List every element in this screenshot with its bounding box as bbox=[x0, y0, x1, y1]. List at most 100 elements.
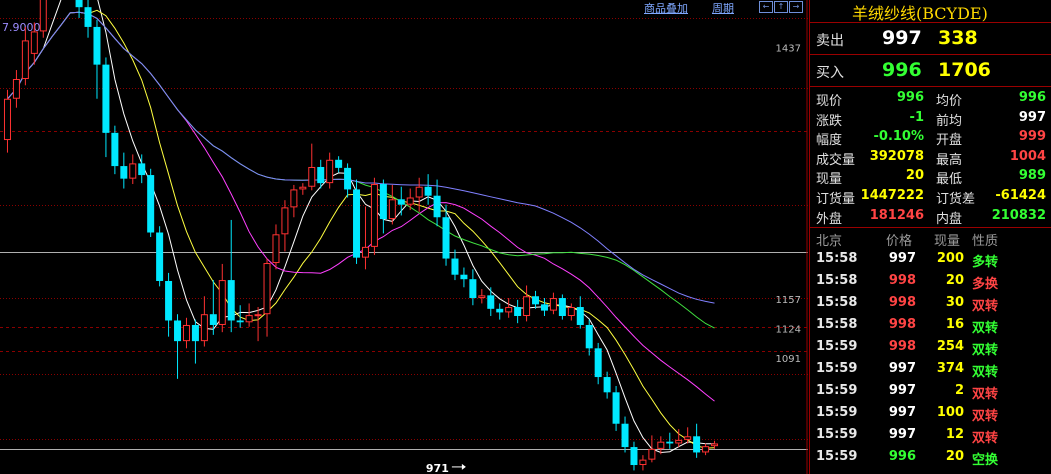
trade-nature: 双转 bbox=[972, 387, 999, 402]
nav-right-icon[interactable]: → bbox=[789, 1, 803, 13]
candle-down bbox=[147, 175, 155, 233]
quote-value: 20 bbox=[905, 168, 924, 184]
trade-row[interactable]: 15:59 998 254 双转 bbox=[810, 336, 1051, 358]
candle-down bbox=[227, 280, 235, 321]
trade-row[interactable]: 15:58 998 30 双转 bbox=[810, 292, 1051, 314]
trade-price: 997 bbox=[888, 251, 916, 266]
candle-up bbox=[254, 314, 262, 317]
candle-down bbox=[397, 199, 405, 205]
candle-up bbox=[361, 246, 369, 258]
candle-up bbox=[675, 439, 683, 444]
trade-row[interactable]: 15:59 997 100 双转 bbox=[810, 402, 1051, 424]
candle-up bbox=[549, 298, 557, 311]
candle-down bbox=[344, 167, 352, 190]
level-label: 1124 bbox=[776, 325, 801, 336]
quote-value: 997 bbox=[1018, 109, 1046, 125]
candle-up bbox=[567, 307, 575, 317]
bid-volume: 1706 bbox=[938, 59, 991, 81]
trade-price: 998 bbox=[888, 273, 916, 288]
trade-row[interactable]: 15:59 997 374 双转 bbox=[810, 358, 1051, 380]
trade-row[interactable]: 15:59 996 20 空换 bbox=[810, 446, 1051, 468]
candle-down bbox=[603, 377, 611, 393]
trade-nature: 双转 bbox=[972, 321, 999, 336]
candle-up bbox=[639, 459, 647, 466]
candle-down bbox=[84, 7, 92, 27]
overlay-button[interactable]: 商品叠加 bbox=[644, 0, 688, 16]
quote-value: -0.10% bbox=[873, 129, 925, 145]
quote-value: -61424 bbox=[995, 188, 1046, 203]
instrument-title: 羊绒纱线(BCYDE) bbox=[810, 0, 1051, 23]
trade-time: 15:59 bbox=[816, 405, 858, 420]
trade-time: 15:58 bbox=[816, 317, 858, 332]
candle-up bbox=[263, 263, 271, 315]
trade-time: 15:58 bbox=[816, 251, 858, 266]
candle-up bbox=[272, 234, 280, 264]
low-marker-arrowhead bbox=[461, 463, 466, 470]
candle-up bbox=[702, 446, 710, 453]
quote-row: 订货量 1447222 订货差 -61424 bbox=[810, 186, 1051, 207]
trade-nature: 双转 bbox=[972, 299, 999, 314]
quote-value: 181246 bbox=[869, 207, 924, 223]
candle-up bbox=[684, 436, 692, 440]
candle-down bbox=[621, 423, 629, 448]
trade-nature: 多转 bbox=[972, 255, 999, 270]
candle-up bbox=[415, 186, 423, 198]
quote-label: 最高 bbox=[936, 152, 963, 168]
ma-line-ma40 bbox=[7, 11, 715, 329]
period-button[interactable]: 周期 bbox=[712, 0, 734, 16]
quote-value: 210832 bbox=[991, 207, 1046, 223]
candle-down bbox=[666, 441, 674, 444]
candle-down bbox=[630, 447, 638, 466]
candle-down bbox=[138, 163, 146, 176]
trade-row[interactable]: 15:58 998 16 双转 bbox=[810, 314, 1051, 336]
candle-down bbox=[433, 195, 441, 218]
candle-up bbox=[657, 441, 665, 449]
low-marker-label: 971 bbox=[426, 462, 449, 474]
trade-time: 15:58 bbox=[816, 295, 858, 310]
quote-value: 996 bbox=[1018, 90, 1046, 105]
quote-label: 内盘 bbox=[936, 211, 963, 227]
trade-row[interactable]: 15:59 997 12 双转 bbox=[810, 424, 1051, 446]
nav-up-icon[interactable]: ↑ bbox=[774, 1, 788, 13]
trade-row[interactable]: 15:58 997 200 多转 bbox=[810, 248, 1051, 270]
quote-label: 幅度 bbox=[816, 133, 843, 149]
level-label: 1157 bbox=[776, 295, 801, 306]
candle-down bbox=[236, 320, 244, 323]
quote-label: 现量 bbox=[816, 172, 843, 188]
trade-nature: 多换 bbox=[972, 277, 999, 292]
candlestick-chart[interactable]: 7.9000 1437 1157 1124 1091 971 bbox=[0, 0, 808, 474]
candle-down bbox=[532, 296, 540, 305]
bid-label: 买入 bbox=[816, 65, 844, 81]
header-time: 北京 bbox=[816, 234, 843, 249]
quote-value: 1447222 bbox=[860, 188, 924, 203]
quote-row: 涨跌 -1 前均 997 bbox=[810, 108, 1051, 129]
candle-up bbox=[290, 189, 298, 208]
trade-table-header: 北京 价格 现量 性质 bbox=[810, 228, 1051, 249]
candle-down bbox=[102, 64, 110, 133]
candle-down bbox=[612, 392, 620, 424]
candle-down bbox=[594, 348, 602, 378]
candle-down bbox=[75, 0, 83, 8]
trade-time: 15:59 bbox=[816, 339, 858, 354]
trade-row[interactable]: 15:58 998 20 多换 bbox=[810, 270, 1051, 292]
trade-price: 997 bbox=[888, 361, 916, 376]
candle-down bbox=[451, 258, 459, 275]
quote-row: 现量 20 最低 989 bbox=[810, 166, 1051, 188]
quote-row: 现价 996 均价 996 bbox=[810, 88, 1051, 109]
trade-price: 998 bbox=[888, 295, 916, 310]
trade-nature: 空换 bbox=[972, 453, 999, 468]
nav-left-icon[interactable]: ← bbox=[759, 1, 773, 13]
candle-down bbox=[317, 166, 325, 184]
candle-down bbox=[93, 26, 101, 65]
candle-up bbox=[245, 315, 253, 323]
candle-down bbox=[424, 186, 432, 196]
candle-down bbox=[576, 307, 584, 325]
candle-down bbox=[514, 307, 522, 316]
trade-price: 997 bbox=[888, 383, 916, 398]
quote-label: 均价 bbox=[936, 94, 963, 109]
candle-up bbox=[478, 295, 486, 299]
trade-row[interactable]: 15:59 997 2 双转 bbox=[810, 380, 1051, 402]
trade-price: 998 bbox=[888, 339, 916, 354]
bid-price: 996 bbox=[882, 59, 922, 81]
trade-volume: 100 bbox=[936, 405, 964, 420]
